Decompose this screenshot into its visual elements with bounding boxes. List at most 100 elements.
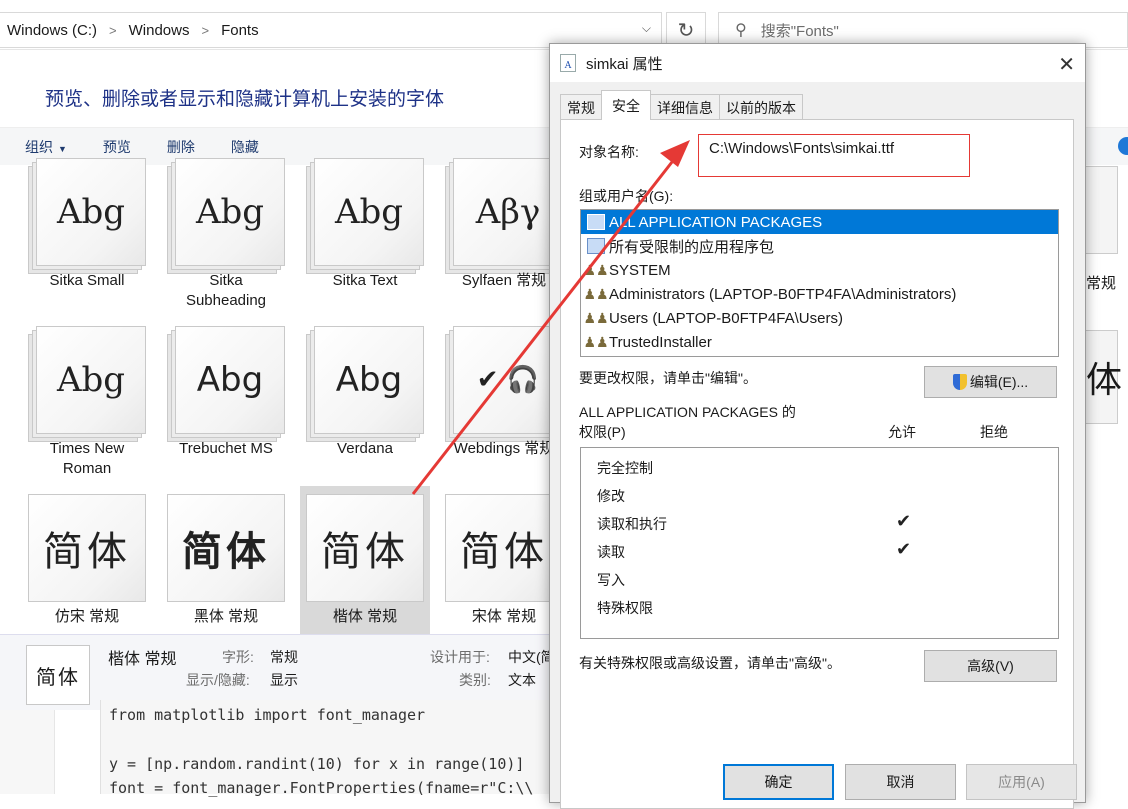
font-name: Times New Roman: [49, 440, 125, 477]
style-label: 字形:: [222, 649, 254, 665]
code-line: from matplotlib import font_manager: [109, 706, 426, 724]
font-preview-icon: 简体: [26, 645, 90, 705]
list-item[interactable]: ♟♟ Administrators (LAPTOP-B0FTP4FA\Admini…: [581, 282, 1058, 306]
code-gutter: [0, 710, 55, 794]
list-item[interactable]: 所有受限制的应用程序包: [581, 234, 1058, 258]
shield-icon: [952, 374, 967, 390]
ok-button[interactable]: 确定: [723, 764, 834, 800]
organize-label: 组织: [25, 138, 53, 155]
font-name: 楷体 常规: [332, 608, 398, 625]
close-icon[interactable]: ✕: [1058, 52, 1075, 77]
breadcrumb-drive[interactable]: Windows (C:): [7, 22, 97, 39]
user-name: 所有受限制的应用程序包: [609, 238, 775, 256]
help-icon[interactable]: [1118, 137, 1128, 155]
font-name: Verdana: [337, 440, 393, 457]
page-title: 预览、删除或者显示和隐藏计算机上安装的字体: [45, 89, 445, 110]
list-item[interactable]: ALL APPLICATION PACKAGES: [581, 210, 1058, 234]
font-tile-partial[interactable]: 体: [1086, 330, 1122, 424]
group-icon: ♟♟: [583, 309, 609, 326]
apply-button[interactable]: 应用(A): [966, 764, 1077, 800]
deny-header: 拒绝: [980, 424, 1008, 440]
tab-previous-versions[interactable]: 以前的版本: [719, 94, 803, 120]
font-file-icon: Abg: [167, 326, 285, 444]
breadcrumb-fonts[interactable]: Fonts: [221, 22, 259, 39]
tab-details[interactable]: 详细信息: [650, 94, 720, 120]
font-file-icon: 简体: [445, 494, 563, 612]
font-tile-sitka-text[interactable]: Abg Sitka Text: [300, 158, 430, 316]
chevron-down-icon[interactable]: ⌵: [642, 21, 651, 36]
change-permissions-hint: 要更改权限，请单击"编辑"。: [579, 370, 757, 386]
edit-button[interactable]: 编辑(E)...: [924, 366, 1057, 398]
annotation-highlight-box: [698, 134, 970, 177]
check-icon: ✔: [896, 511, 912, 531]
caret-down-icon: ▼: [58, 143, 67, 154]
font-file-icon: 简体: [306, 494, 424, 612]
font-tile-times-new-roman[interactable]: Abg Times New Roman: [22, 326, 152, 482]
font-sample: 体: [1086, 360, 1123, 401]
designed-for-label: 设计用于:: [430, 649, 490, 665]
preview-button[interactable]: 预览: [103, 137, 131, 157]
group-icon: ♟♟: [583, 285, 609, 302]
search-icon: ⚲: [735, 22, 747, 39]
refresh-icon: ↻: [677, 19, 695, 42]
category-label: 类别:: [459, 672, 491, 688]
font-tile-fangsong[interactable]: 简体 仿宋 常规: [22, 486, 152, 634]
font-sample: Abg: [335, 360, 403, 400]
breadcrumb-windows[interactable]: Windows: [129, 22, 190, 39]
tab-general[interactable]: 常规: [560, 94, 602, 120]
font-tile-trebuchet[interactable]: Abg Trebuchet MS: [161, 326, 291, 482]
user-name: Administrators (LAPTOP-B0FTP4FA\Administ…: [609, 285, 957, 303]
group-icon: ♟♟: [583, 333, 609, 350]
permission-full-control: 完全控制: [597, 460, 653, 476]
users-list[interactable]: ALL APPLICATION PACKAGES 所有受限制的应用程序包 ♟♟ S…: [580, 209, 1059, 357]
details-font-name: 楷体 常规: [108, 651, 177, 668]
font-tile-partial[interactable]: [1086, 166, 1118, 254]
search-placeholder: 搜索"Fonts": [760, 22, 839, 40]
font-file-icon: Abg: [306, 326, 424, 444]
font-name: Sitka Subheading: [185, 272, 267, 309]
security-panel: 对象名称: C:\Windows\Fonts\simkai.ttf 组或用户名(…: [560, 119, 1074, 809]
delete-button[interactable]: 删除: [167, 137, 195, 157]
advanced-button[interactable]: 高级(V): [924, 650, 1057, 682]
advanced-hint: 有关特殊权限或高级设置，请单击"高级"。: [579, 655, 841, 671]
font-name: 黑体 常规: [193, 608, 259, 625]
properties-dialog: A simkai 属性 ✕ 常规 安全 详细信息 以前的版本 对象名称: C:\…: [549, 43, 1086, 809]
font-name: Trebuchet MS: [179, 440, 273, 457]
list-item[interactable]: ♟♟ SYSTEM: [581, 258, 1058, 282]
font-sample: Abg: [56, 192, 126, 232]
organize-button[interactable]: 组织 ▼: [25, 137, 67, 157]
font-tile-sitka-small[interactable]: Abg Sitka Small: [22, 158, 152, 316]
code-line: font = font_manager.FontProperties(fname…: [109, 779, 534, 797]
font-file-icon: A: [560, 54, 576, 72]
chevron-right-icon: >: [201, 22, 210, 38]
font-name-partial: 常规: [1086, 275, 1117, 292]
cancel-button[interactable]: 取消: [845, 764, 956, 800]
font-sample: Abg: [334, 192, 404, 232]
user-name: Users (LAPTOP-B0FTP4FA\Users): [609, 309, 843, 327]
font-tile-kaiti[interactable]: 简体 楷体 常规: [300, 486, 430, 634]
list-item[interactable]: ♟♟ TrustedInstaller: [581, 330, 1058, 354]
font-name: Sitka Small: [49, 272, 125, 289]
font-tile-sitka-subheading[interactable]: Abg Sitka Subheading: [161, 158, 291, 316]
designed-for-value: 中文(简: [508, 649, 555, 665]
hide-button[interactable]: 隐藏: [231, 137, 259, 157]
tab-security[interactable]: 安全: [601, 90, 651, 120]
font-tile-verdana[interactable]: Abg Verdana: [300, 326, 430, 482]
show-hide-label: 显示/隐藏:: [186, 672, 250, 688]
font-sample: Abg: [195, 192, 265, 232]
font-file-icon: 简体: [167, 494, 285, 612]
font-name: Sitka Text: [332, 272, 398, 289]
details-pane: 简体 楷体 常规 字形: 常规 显示/隐藏: 显示 设计用于: 中文(简 类别:…: [0, 634, 560, 710]
font-name: 仿宋 常规: [54, 608, 120, 625]
font-sample: Abg: [56, 360, 126, 400]
tab-bar: 常规 安全 详细信息 以前的版本: [560, 90, 803, 120]
font-sample: Abg: [196, 360, 264, 400]
dialog-title-bar: A simkai 属性 ✕: [550, 44, 1085, 82]
list-item[interactable]: ♟♟ Users (LAPTOP-B0FTP4FA\Users): [581, 306, 1058, 330]
style-value: 常规: [270, 649, 298, 665]
package-icon: [587, 214, 605, 230]
dialog-title: simkai 属性: [586, 55, 663, 73]
code-line: y = [np.random.randint(10) for x in rang…: [109, 755, 525, 773]
object-name-label: 对象名称:: [579, 144, 639, 160]
font-tile-heiti[interactable]: 简体 黑体 常规: [161, 486, 291, 634]
